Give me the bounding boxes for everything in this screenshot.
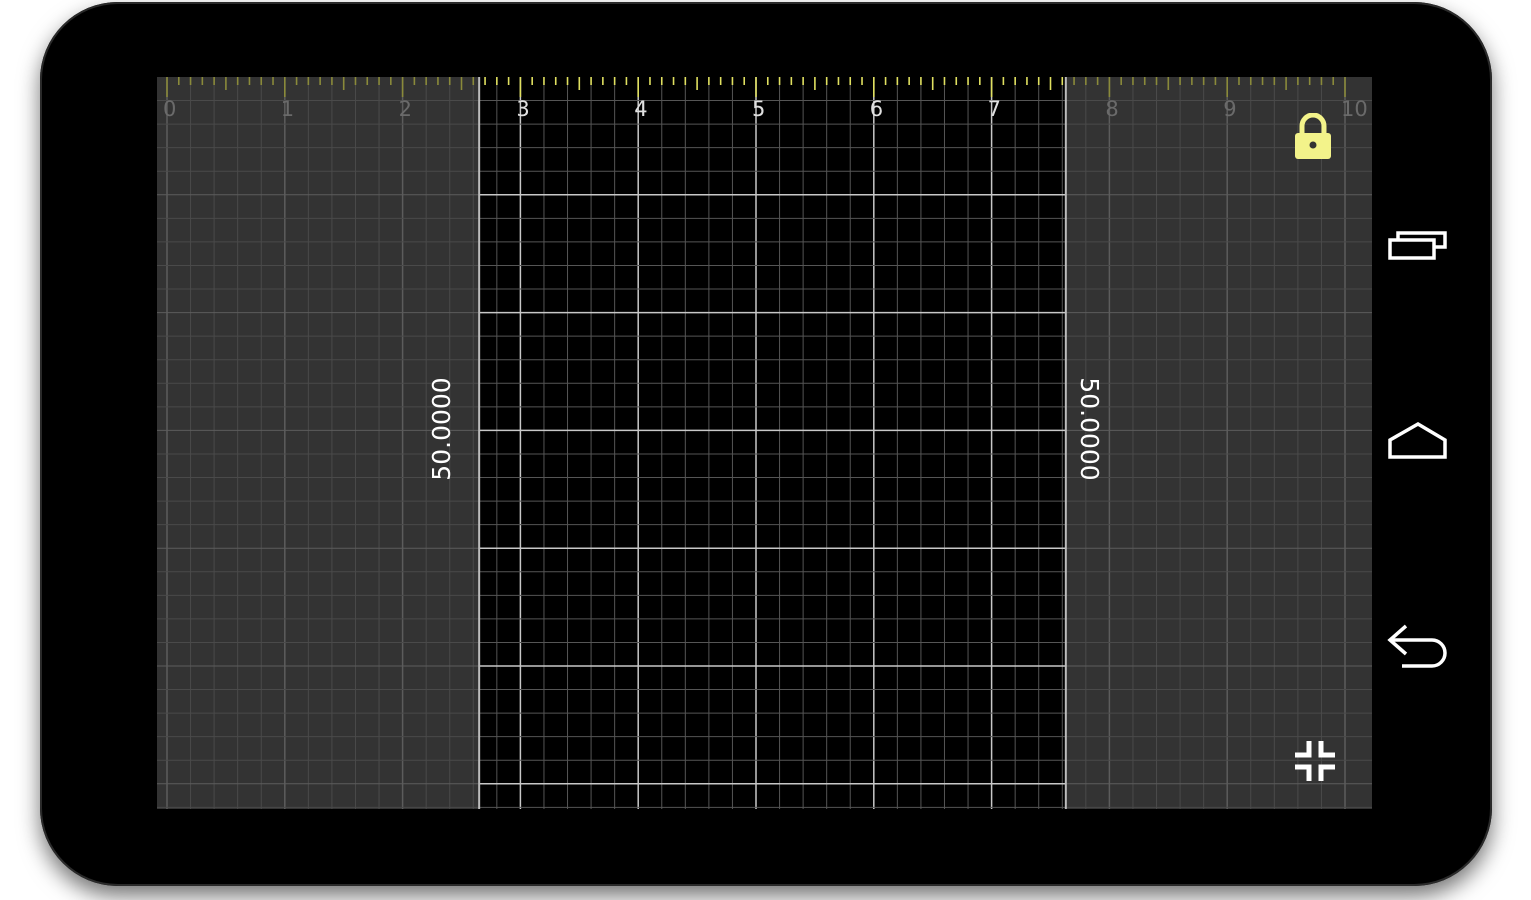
home-icon[interactable]: [1376, 402, 1466, 482]
ruler-tick-label: 6: [869, 97, 884, 121]
ruler-tick-label: 0: [163, 97, 177, 121]
ruler-tick-label: 2: [398, 97, 412, 121]
ruler-screen[interactable]: 0 1 2 3 4 5 6 7 8 9 10 50.0000 50.0000: [157, 77, 1372, 809]
ruler-tick-label: 10: [1341, 97, 1368, 121]
ruler-tick-label: 3: [516, 97, 530, 121]
ruler-tick-label: 1: [280, 97, 295, 121]
left-measurement-label: 50.0000: [427, 377, 456, 481]
ruler-tick-label: 5: [752, 97, 766, 121]
ruler-tick-label: 8: [1105, 97, 1119, 121]
ruler-tick-label: 7: [987, 97, 1001, 121]
recents-icon[interactable]: [1376, 202, 1466, 282]
collapse-icon[interactable]: [1293, 739, 1337, 783]
ruler-grid[interactable]: [157, 77, 1372, 809]
android-navigation-bar: [1376, 192, 1466, 692]
back-icon[interactable]: [1376, 604, 1466, 684]
ruler-tick-label: 9: [1223, 97, 1237, 121]
ruler-tick-label: 4: [634, 97, 648, 121]
lock-icon[interactable]: [1293, 113, 1333, 161]
right-measurement-label: 50.0000: [1075, 377, 1104, 481]
tablet-frame: 0 1 2 3 4 5 6 7 8 9 10 50.0000 50.0000: [40, 2, 1492, 886]
